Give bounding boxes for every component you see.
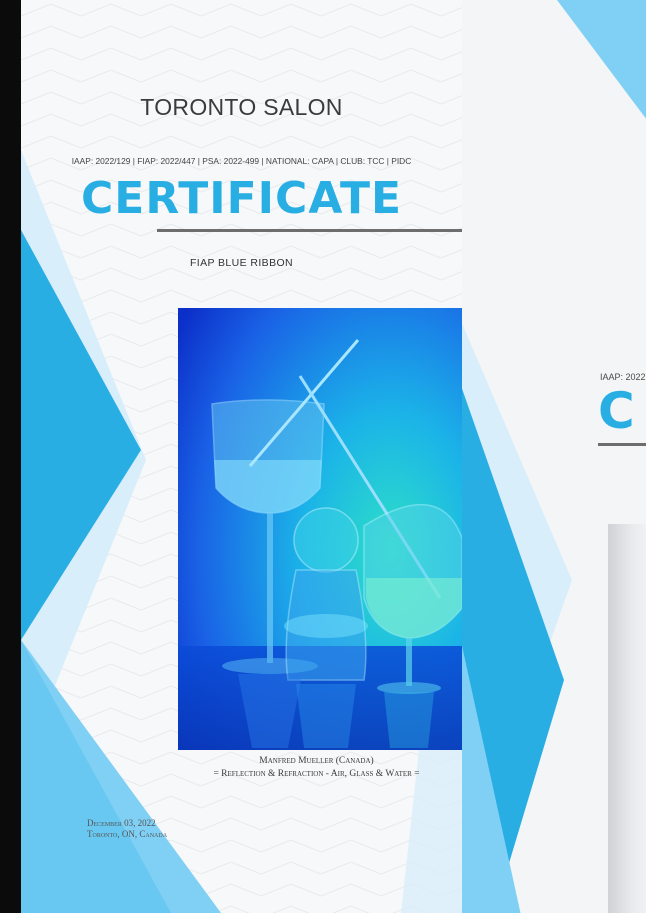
- certificate-date: December 03, 2022: [87, 818, 156, 828]
- back-accreditations: IAAP: 2022: [600, 372, 646, 382]
- certificate-heading: CERTIFICATE: [80, 173, 403, 224]
- accreditations-line: IAAP: 2022/129 | FIAP: 2022/447 | PSA: 2…: [71, 156, 412, 166]
- viewer-viewport: IAAP: 2022 C TORONTO SALON IAAP: 2022/12…: [0, 0, 646, 913]
- front-certificate: TORONTO SALON IAAP: 2022/129 | FIAP: 202…: [21, 0, 462, 913]
- decor-shapes: [462, 323, 572, 913]
- salon-title: TORONTO SALON: [140, 94, 343, 120]
- back-heading-rule: [598, 443, 646, 446]
- heading-underline: [157, 229, 462, 232]
- decor-triangle: [557, 0, 646, 160]
- certificate-location: Toronto, ON, Canada: [87, 829, 168, 839]
- glassware-photo: [178, 308, 462, 750]
- back-photo: [608, 524, 646, 913]
- work-title: = Reflection & Refraction - Air, Glass &…: [213, 769, 420, 779]
- author-name: Manfred Mueller (Canada): [259, 756, 374, 766]
- back-certificate: IAAP: 2022 C: [462, 0, 646, 913]
- back-heading: C: [598, 382, 635, 440]
- award-title: FIAP BLUE RIBBON: [189, 257, 294, 269]
